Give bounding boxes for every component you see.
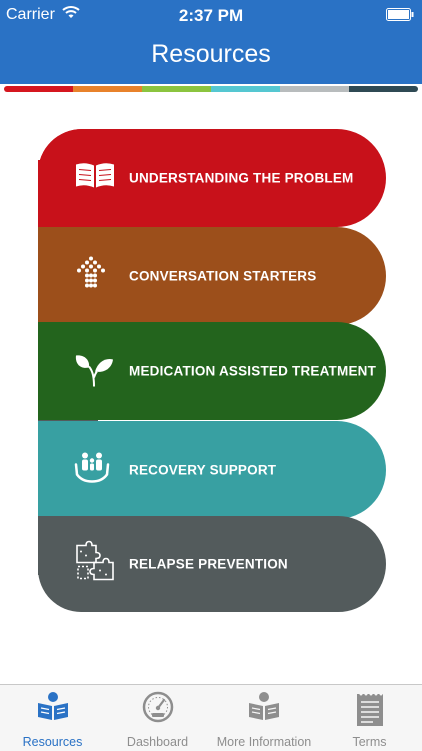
strip-segment xyxy=(4,86,73,92)
menu-item-label: MEDICATION ASSISTED TREATMENT xyxy=(129,363,377,379)
open-book-icon xyxy=(74,161,116,196)
tab-label: More Information xyxy=(216,735,312,749)
strip-segment xyxy=(349,86,418,92)
puzzle-icon xyxy=(74,540,116,588)
status-bar: Carrier 2:37 PM xyxy=(0,0,422,30)
arrow-up-icon xyxy=(74,256,108,297)
menu-item-label: UNDERSTANDING THE PROBLEM xyxy=(129,170,354,186)
strip-segment xyxy=(142,86,211,92)
strip-segment xyxy=(280,86,349,92)
tab-more-information[interactable]: More Information xyxy=(211,685,317,751)
strip-segment xyxy=(211,86,280,92)
page-title: Resources xyxy=(151,40,271,68)
menu-item-medication-assisted-treatment[interactable]: MEDICATION ASSISTED TREATMENT xyxy=(38,322,386,420)
tab-label: Terms xyxy=(352,735,387,749)
menu-item-label: RELAPSE PREVENTION xyxy=(129,556,288,572)
speedometer-icon xyxy=(141,691,175,728)
menu-item-conversation-starters[interactable]: CONVERSATION STARTERS xyxy=(38,227,386,325)
menu-item-label: CONVERSATION STARTERS xyxy=(129,268,317,284)
tab-label: Dashboard xyxy=(126,735,189,749)
leaves-icon xyxy=(74,350,114,393)
menu-item-understanding-the-problem[interactable]: UNDERSTANDING THE PROBLEM xyxy=(38,129,386,227)
color-strip xyxy=(4,86,418,92)
menu-item-relapse-prevention[interactable]: RELAPSE PREVENTION xyxy=(38,516,386,612)
tab-terms[interactable]: Terms xyxy=(317,685,422,751)
battery-icon xyxy=(386,8,414,26)
book-reader-icon xyxy=(247,691,281,726)
tab-dashboard[interactable]: Dashboard xyxy=(105,685,210,751)
menu-item-label: RECOVERY SUPPORT xyxy=(129,462,277,478)
tab-resources[interactable]: Resources xyxy=(0,685,105,751)
family-hands-icon xyxy=(74,451,110,490)
nav-header: Carrier 2:37 PM Resources xyxy=(0,0,422,84)
menu-item-recovery-support[interactable]: RECOVERY SUPPORT xyxy=(38,421,386,519)
book-reader-icon xyxy=(36,691,70,726)
strip-segment xyxy=(73,86,142,92)
notepad-icon xyxy=(355,691,385,732)
tab-label: Resources xyxy=(22,735,83,749)
status-time: 2:37 PM xyxy=(178,6,244,25)
tab-bar: Resources Dashboard More Information Ter… xyxy=(0,684,422,751)
